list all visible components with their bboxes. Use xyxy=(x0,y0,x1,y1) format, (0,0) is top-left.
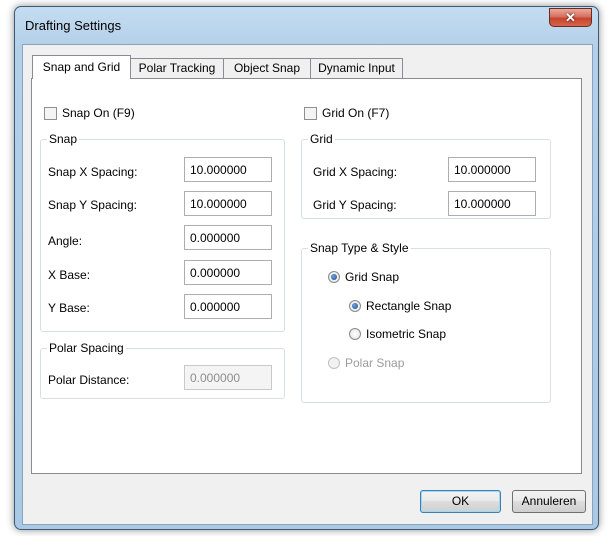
checkbox-box xyxy=(304,106,317,120)
polar-snap-label: Polar Snap xyxy=(345,356,405,370)
y-base-input[interactable] xyxy=(184,294,272,319)
radio-selected-icon xyxy=(349,300,361,312)
close-button[interactable]: ✕ xyxy=(549,8,592,27)
close-icon: ✕ xyxy=(565,10,576,25)
grid-group-title: Grid xyxy=(310,132,333,146)
x-base-input[interactable] xyxy=(184,260,272,285)
angle-label: Angle: xyxy=(48,234,83,248)
polar-snap-radio: Polar Snap xyxy=(328,356,404,370)
polar-distance-label: Polar Distance: xyxy=(48,373,130,387)
snap-group-title: Snap xyxy=(49,132,78,146)
radio-unselected-icon xyxy=(349,328,361,340)
rectangle-snap-label: Rectangle Snap xyxy=(366,299,452,313)
grid-y-spacing-label: Grid Y Spacing: xyxy=(313,198,397,212)
tab-polar-tracking[interactable]: Polar Tracking xyxy=(130,58,224,78)
tab-object-snap[interactable]: Object Snap xyxy=(223,58,311,78)
angle-input[interactable] xyxy=(184,225,272,250)
cancel-button[interactable]: Annuleren xyxy=(512,490,586,513)
tab-dynamic-input[interactable]: Dynamic Input xyxy=(310,58,403,78)
snap-y-spacing-label: Snap Y Spacing: xyxy=(48,198,137,212)
snap-on-checkbox[interactable]: Snap On (F9) xyxy=(44,106,135,120)
grid-on-label: Grid On (F7) xyxy=(322,106,390,120)
y-base-label: Y Base: xyxy=(48,301,90,315)
x-base-label: X Base: xyxy=(48,268,91,282)
grid-on-checkbox[interactable]: Grid On (F7) xyxy=(304,106,389,120)
dialog-title: Drafting Settings xyxy=(25,18,122,33)
grid-y-spacing-input[interactable] xyxy=(448,191,536,216)
dialog-client-area: Snap and Grid Polar Tracking Object Snap… xyxy=(22,44,593,525)
polar-spacing-group-title: Polar Spacing xyxy=(49,341,124,355)
polar-distance-input xyxy=(184,365,272,390)
tab-snap-and-grid[interactable]: Snap and Grid xyxy=(32,55,131,79)
snap-type-style-group: Snap Type & Style xyxy=(301,241,551,403)
ok-button[interactable]: OK xyxy=(420,490,501,513)
rectangle-snap-radio[interactable]: Rectangle Snap xyxy=(349,299,451,313)
snap-on-label: Snap On (F9) xyxy=(62,106,135,120)
grid-snap-radio[interactable]: Grid Snap xyxy=(328,270,399,284)
grid-x-spacing-label: Grid X Spacing: xyxy=(313,165,398,179)
snap-y-spacing-input[interactable] xyxy=(184,191,272,216)
isometric-snap-radio[interactable]: Isometric Snap xyxy=(349,327,446,341)
tab-panel-snap-and-grid: Snap On (F9) Snap Snap X Spacing: Snap Y… xyxy=(31,78,582,474)
isometric-snap-label: Isometric Snap xyxy=(366,327,447,341)
snap-x-spacing-input[interactable] xyxy=(184,157,272,182)
radio-disabled-icon xyxy=(328,357,340,369)
dialog-window: Drafting Settings ✕ Snap and Grid Polar … xyxy=(14,6,599,530)
grid-x-spacing-input[interactable] xyxy=(448,157,536,182)
snap-type-style-group-title: Snap Type & Style xyxy=(310,241,409,255)
checkbox-box xyxy=(44,106,57,120)
radio-selected-icon xyxy=(328,271,340,283)
grid-snap-label: Grid Snap xyxy=(345,270,400,284)
snap-x-spacing-label: Snap X Spacing: xyxy=(48,165,138,179)
